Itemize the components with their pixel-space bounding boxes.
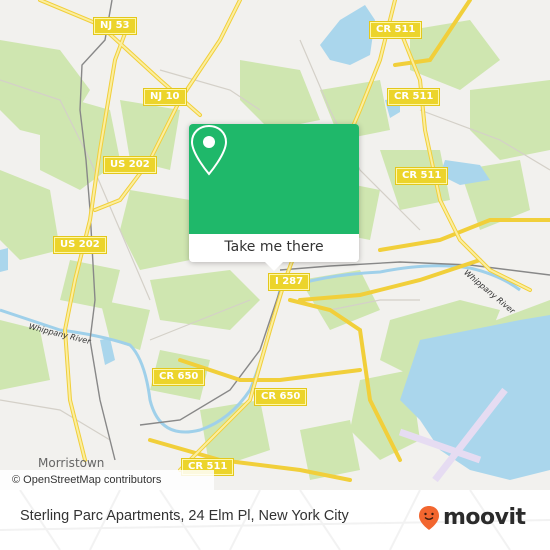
road-shield: I 287	[267, 273, 311, 291]
location-popup[interactable]: Take me there	[189, 124, 359, 271]
moovit-pin-icon	[419, 506, 439, 530]
road-shield: US 202	[53, 236, 107, 254]
road-shield: CR 511	[386, 88, 441, 106]
moovit-logo[interactable]: moovit	[418, 505, 526, 531]
road-shield: US 202	[103, 156, 157, 174]
address-text: Sterling Parc Apartments, 24 Elm Pl, New…	[20, 508, 349, 524]
popup-header	[189, 124, 359, 234]
road-shield: CR 650	[151, 368, 206, 386]
map-attribution[interactable]: © OpenStreetMap contributors	[0, 470, 214, 490]
popup-tail	[265, 262, 283, 271]
map[interactable]: NJ 53 NJ 10 US 202 US 202 CR 511 CR 511 …	[0, 0, 550, 490]
footer: Sterling Parc Apartments, 24 Elm Pl, New…	[0, 490, 550, 550]
map-pin-icon	[190, 124, 228, 176]
road-shield: CR 650	[253, 388, 308, 406]
place-label-morristown: Morristown	[38, 456, 105, 470]
road-shield: CR 511	[394, 167, 449, 185]
road-shield: CR 511	[368, 21, 423, 39]
road-shield: NJ 10	[143, 88, 187, 106]
take-me-there-button[interactable]: Take me there	[189, 234, 359, 262]
road-shield: NJ 53	[93, 17, 137, 35]
brand-name: moovit	[443, 505, 526, 530]
